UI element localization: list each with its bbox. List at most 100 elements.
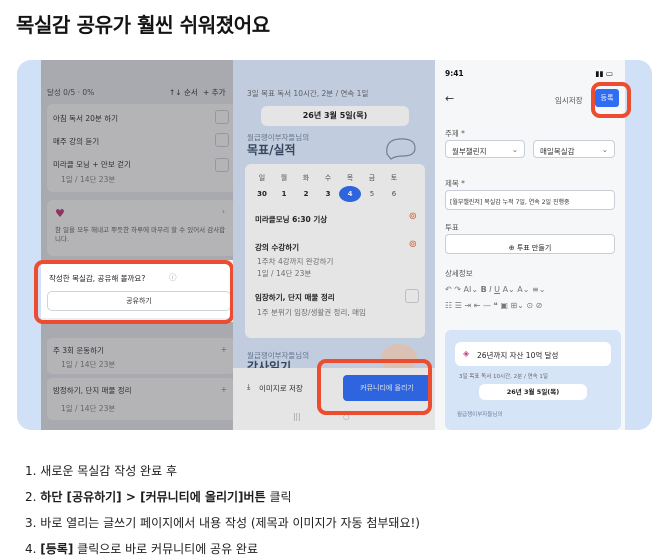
task-row[interactable]: 밤정하기, 단지 매물 정리 1일 / 14단 23분 +: [47, 378, 235, 420]
day-cell[interactable]: 5: [361, 186, 383, 202]
indent-icon[interactable]: ⇥: [464, 301, 471, 310]
body-label: 상세정보: [445, 269, 473, 278]
day-cell[interactable]: 1: [273, 186, 295, 202]
font-color-icon[interactable]: A⌄: [503, 285, 515, 294]
battery-icon: ▮▮ ▭: [595, 69, 613, 78]
step-number: 4.: [25, 542, 37, 556]
attached-date: 26년 3월 5일(목): [479, 384, 587, 400]
step-bold-text: 하단 [공유하기] > [커뮤니티에 올리기]버튼: [40, 490, 266, 504]
step-number: 3.: [25, 516, 37, 530]
image-icon[interactable]: ▣: [500, 301, 508, 310]
task-label: 매주 강의 듣기: [53, 137, 100, 146]
numbered-list-icon[interactable]: ☰: [455, 301, 462, 310]
create-vote-button[interactable]: ⊕ 투표 만들기: [445, 234, 615, 254]
topic-select[interactable]: 월부챌린지 ⌄: [445, 140, 525, 158]
vote-icon: ⊕: [508, 244, 517, 252]
attached-meta: 3일 목표 독서 10시간, 2분 / 연속 1일: [459, 374, 548, 380]
task-label: 미라클 모닝 + 만보 걷기: [53, 160, 131, 169]
undo-icon[interactable]: ↶: [445, 285, 452, 294]
sort-button[interactable]: ↑↓ 순서: [169, 87, 198, 98]
weekday-label: 화: [302, 174, 310, 182]
step-item: 1. 새로운 목실감 작성 완료 후: [25, 458, 420, 484]
task-label: 아침 독서 20분 하기: [53, 114, 118, 123]
task-label: 밤정하기, 단지 매물 정리: [53, 386, 132, 395]
goal-item-meta: 1일 / 14단 23분: [257, 269, 312, 278]
weekday-label: 목: [346, 174, 354, 182]
temp-save-button[interactable]: 임시저장: [555, 95, 583, 106]
page-title: 목실감 공유가 훨씬 쉬워졌어요: [16, 13, 270, 37]
goal-checkbox[interactable]: [405, 289, 419, 303]
section-title: 목표/실적: [247, 143, 296, 157]
quote-icon[interactable]: ❝: [493, 301, 497, 310]
download-icon: ⤓: [247, 382, 251, 391]
day-cell-selected[interactable]: 4: [339, 186, 361, 202]
task-meta: 1일 / 14단 23분: [61, 360, 116, 369]
divider-icon[interactable]: —: [483, 301, 491, 310]
editor-toolbar[interactable]: ↶ ↷ AI⌄ B I U A⌄ A⌄ ≡⌄ ☷ ☰ ⇥ ⇤ — ❝ ▣ ⊞⌄ …: [445, 282, 615, 320]
attached-goal: 26년까지 자산 10억 달성: [477, 351, 559, 360]
progress-text: 달성 0/5 · 0%: [47, 88, 95, 97]
task-checkbox[interactable]: [215, 133, 229, 147]
outdent-icon[interactable]: ⇤: [474, 301, 481, 310]
week-calendar: 일 월 화 수 목 금 토 30 1 2 3 4 5 6: [251, 170, 405, 202]
embed-icon[interactable]: ⊙: [526, 301, 533, 310]
nav-icon[interactable]: |||: [293, 412, 301, 421]
chevron-down-icon: ⌄: [601, 145, 608, 154]
task-checkbox[interactable]: [215, 158, 229, 172]
redo-icon[interactable]: ↷: [454, 285, 461, 294]
attached-caption: 월급쟁이부자들님의: [457, 412, 503, 418]
highlight-share-card: [34, 260, 234, 324]
streak-text: 3일 목표 독서 10시간, 2분 / 연속 1일: [247, 89, 369, 98]
task-checkbox[interactable]: [215, 110, 229, 124]
day-cell[interactable]: 30: [251, 186, 273, 202]
illustration-panel: 달성 0/5 · 0% ↑↓ 순서 + 추가 아침 독서 20분 하기 매주 강…: [17, 60, 652, 430]
day-cell[interactable]: 2: [295, 186, 317, 202]
chevron-down-icon: ⌄: [511, 145, 518, 154]
subtopic-select[interactable]: 매일목실감 ⌄: [533, 140, 615, 158]
weekday-label: 월: [280, 174, 288, 182]
highlight-icon[interactable]: A⌄: [517, 285, 529, 294]
step-text: 클릭: [265, 490, 292, 504]
title-input[interactable]: [월부챌린저] 목실감 누적 7일, 연속 2일 진행중: [445, 190, 615, 210]
align-icon[interactable]: ≡⌄: [532, 285, 545, 294]
link-icon[interactable]: ⊘: [536, 301, 543, 310]
fire-icon: ⊚: [408, 211, 417, 222]
step-item: 3. 바로 열리는 글쓰기 페이지에서 내용 작성 (제목과 이미지가 자동 첨…: [25, 510, 420, 536]
step-item: 2. 하단 [공유하기] > [커뮤니티에 올리기]버튼 클릭: [25, 484, 420, 510]
goal-item-label: 미라클모닝 6:30 기상: [255, 215, 328, 224]
italic-icon[interactable]: I: [489, 285, 491, 294]
highlight-upload-button: [317, 359, 432, 415]
underline-icon[interactable]: U: [494, 285, 500, 294]
day-cell[interactable]: 6: [383, 186, 405, 202]
task-label: 주 3회 운동하기: [53, 346, 104, 355]
ai-icon[interactable]: AI⌄: [464, 285, 479, 294]
save-image-button[interactable]: 이미지로 저장: [259, 383, 303, 394]
plus-icon[interactable]: +: [221, 345, 227, 354]
diamond-icon: ◈: [463, 349, 470, 358]
list-icon[interactable]: ☷: [445, 301, 452, 310]
title-value: [월부챌린저] 목실감 누적 7일, 연속 2일 진행중: [450, 199, 570, 206]
topic-value: 월부챌린지: [452, 147, 487, 156]
back-arrow-icon[interactable]: ←: [445, 92, 454, 105]
weekday-label: 금: [368, 174, 376, 182]
step-text: 클릭으로 바로 커뮤니티에 공유 완료: [73, 542, 259, 556]
plus-icon[interactable]: +: [221, 385, 227, 394]
step-number: 2.: [25, 490, 37, 504]
table-icon[interactable]: ⊞⌄: [510, 301, 523, 310]
day-cell[interactable]: 3: [317, 186, 339, 202]
task-row[interactable]: 미라클 모닝 + 만보 걷기 1일 / 14단 23분: [47, 152, 235, 192]
weekday-label: 일: [258, 174, 266, 182]
weekday-label: 토: [390, 174, 398, 182]
task-meta: 1일 / 14단 23분: [61, 175, 116, 184]
chevron-right-icon[interactable]: ›: [222, 207, 225, 216]
status-time: 9:41: [445, 69, 464, 78]
add-button[interactable]: + 추가: [203, 87, 225, 98]
date-chip: 26년 3월 5일(목): [261, 106, 409, 126]
vote-label: 투표: [445, 223, 459, 232]
attached-image: ◈ 26년까지 자산 10억 달성 3일 목표 독서 10시간, 2분 / 연속…: [445, 330, 621, 430]
step-text: 새로운 목실감 작성 완료 후: [40, 464, 177, 478]
subtopic-value: 매일목실감: [540, 147, 575, 156]
task-row[interactable]: 주 3회 운동하기 1일 / 14단 23분 +: [47, 338, 235, 374]
goal-item-label: 임장하기, 단지 매물 정리: [255, 293, 335, 302]
bold-icon[interactable]: B: [481, 285, 487, 294]
